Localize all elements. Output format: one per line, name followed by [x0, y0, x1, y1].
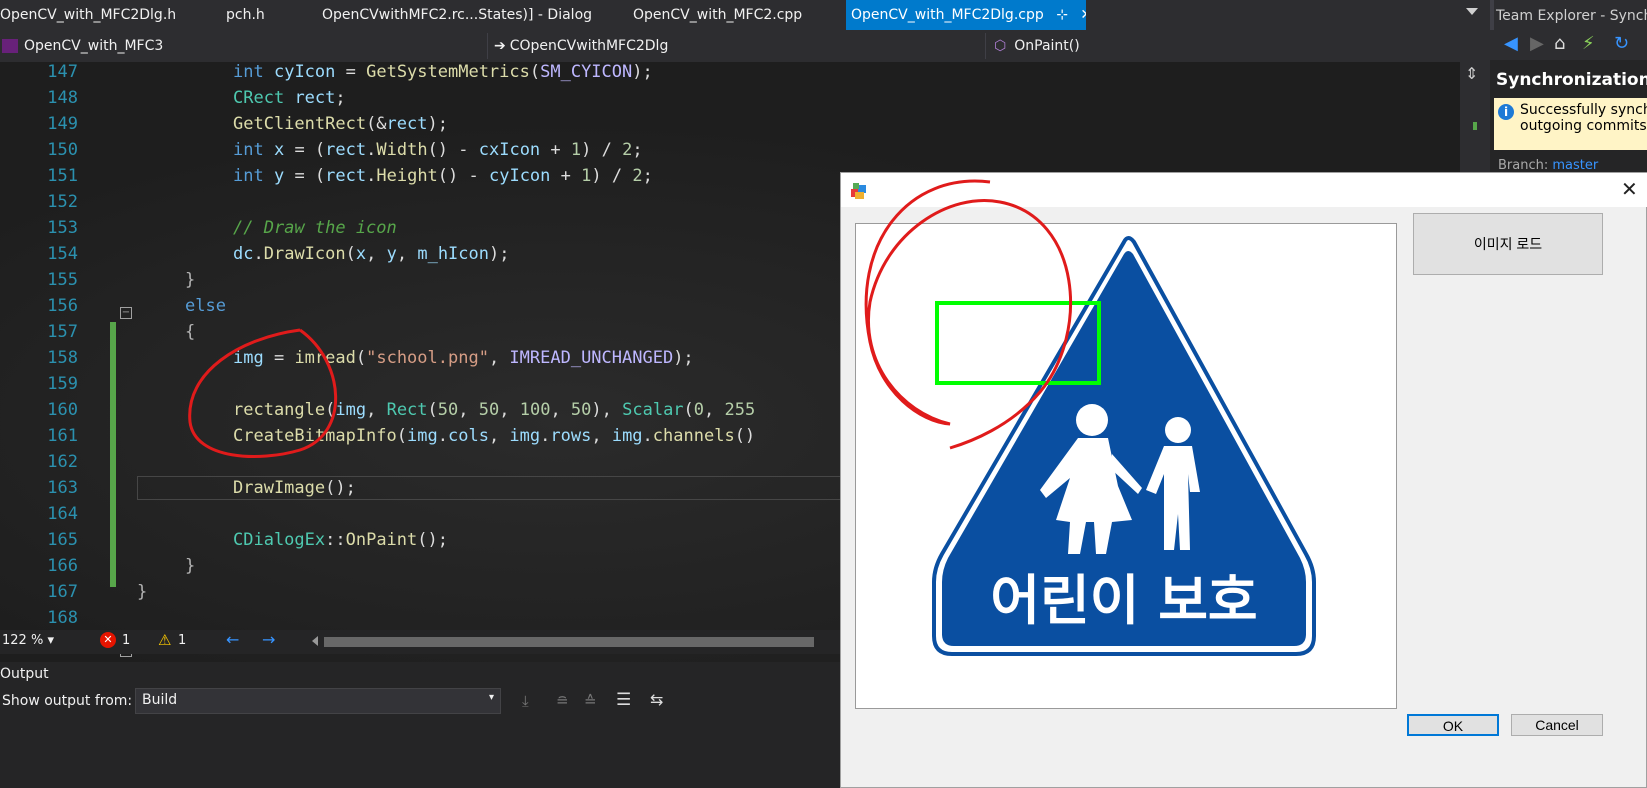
pin-icon[interactable]: ⊹: [1056, 7, 1068, 23]
tab-label: OpenCV_with_MFC2.cpp: [633, 7, 803, 23]
tab-label: OpenCV_with_MFC2Dlg.cpp: [851, 7, 1044, 23]
branch-label: Branch:: [1498, 158, 1549, 173]
zoom-value: 122 %: [2, 633, 44, 648]
tab-label: pch.h: [226, 7, 265, 23]
prev-message-icon[interactable]: ≘: [556, 692, 569, 710]
class-label: COpenCVwithMFC2Dlg: [509, 38, 669, 54]
member-label: OnPaint(): [1014, 38, 1080, 54]
tab-label: OpenCV_with_MFC2Dlg.h: [0, 7, 177, 23]
load-image-button[interactable]: 이미지 로드: [1413, 213, 1603, 275]
ok-button[interactable]: OK: [1407, 714, 1499, 736]
info-line-2: outgoing commits: [1520, 118, 1647, 134]
change-marker: [1473, 122, 1477, 130]
project-icon: [2, 39, 18, 53]
info-icon: i: [1498, 104, 1514, 120]
method-icon: ⬡: [994, 38, 1007, 54]
horizontal-scroll-thumb[interactable]: [324, 637, 814, 647]
show-output-label: Show output from:: [2, 693, 133, 709]
back-icon[interactable]: ◀: [1504, 33, 1518, 54]
home-icon[interactable]: ⌂: [1554, 33, 1565, 54]
branch-link[interactable]: master: [1552, 158, 1598, 173]
team-toolbar: ◀ ▶ ⌂ ⚡ ↻: [1490, 30, 1647, 60]
member-dropdown[interactable]: ⬡ OnPaint(): [990, 33, 1480, 59]
arrow-right-icon: ➔: [494, 38, 506, 54]
red-annotation-circle: [188, 328, 338, 458]
zoom-dropdown[interactable]: 122 % ▾: [2, 633, 54, 648]
warning-count: 1: [178, 633, 187, 648]
chevron-down-icon: ▾: [488, 692, 494, 703]
cancel-button[interactable]: Cancel: [1511, 714, 1603, 736]
red-annotation-sign: [864, 179, 1073, 450]
forward-icon[interactable]: ▶: [1530, 33, 1544, 54]
next-issue-icon[interactable]: →: [262, 630, 275, 649]
split-icon[interactable]: ⇕: [1465, 64, 1478, 83]
class-dropdown[interactable]: ➔ COpenCVwithMFC2Dlg: [490, 33, 986, 59]
info-line-1: Successfully synchr: [1520, 102, 1647, 118]
info-bar: i Successfully synchr outgoing commits: [1494, 98, 1647, 150]
prev-issue-icon[interactable]: ←: [226, 630, 239, 649]
output-source-value: Build: [142, 692, 178, 708]
tab-overflow-icon[interactable]: [1466, 8, 1478, 15]
next-message-icon[interactable]: ≙: [584, 692, 597, 710]
scroll-left-icon[interactable]: [312, 636, 318, 646]
tab-dlg-cpp[interactable]: OpenCV_with_MFC2Dlg.cpp ⊹ ✕: [846, 0, 1086, 30]
error-count: 1: [122, 633, 131, 648]
tab-rc-dialog[interactable]: OpenCVwithMFC2.rc...States)] - Dialog: [322, 0, 612, 30]
branch-row: Branch: master: [1498, 158, 1598, 173]
tab-label: OpenCVwithMFC2.rc...States)] - Dialog: [322, 7, 593, 23]
tab-dlg-h[interactable]: OpenCV_with_MFC2Dlg.h: [0, 0, 210, 30]
dialog-close-icon[interactable]: ✕: [1621, 177, 1638, 202]
navigation-bar: OpenCV_with_MFC3 ➔ COpenCVwithMFC2Dlg ⬡ On…: [0, 30, 1490, 62]
output-title: Output: [0, 666, 49, 682]
sync-heading: Synchronization: [1496, 70, 1647, 90]
warning-icon[interactable]: ⚠: [158, 631, 171, 649]
word-wrap-icon[interactable]: ⇆: [650, 690, 663, 709]
tab-mfc2-cpp[interactable]: OpenCV_with_MFC2.cpp: [633, 0, 833, 30]
clear-all-icon[interactable]: ☰: [616, 690, 631, 710]
document-tab-bar: OpenCV_with_MFC2Dlg.h pch.h OpenCVwithMF…: [0, 0, 1490, 30]
team-explorer-title: Team Explorer - Synch: [1490, 0, 1647, 30]
tab-pch-h[interactable]: pch.h: [226, 0, 296, 30]
project-label: OpenCV_with_MFC3: [24, 38, 164, 54]
close-icon[interactable]: ✕: [1080, 7, 1086, 23]
connect-icon[interactable]: ⚡: [1582, 33, 1595, 54]
sign-text: 어린이 보호: [990, 569, 1257, 632]
output-source-select[interactable]: Build ▾: [135, 688, 501, 714]
refresh-icon[interactable]: ↻: [1614, 33, 1629, 54]
project-dropdown[interactable]: OpenCV_with_MFC3: [0, 33, 488, 59]
error-icon[interactable]: ✕: [100, 632, 116, 648]
find-message-icon[interactable]: ⤓: [522, 692, 529, 710]
